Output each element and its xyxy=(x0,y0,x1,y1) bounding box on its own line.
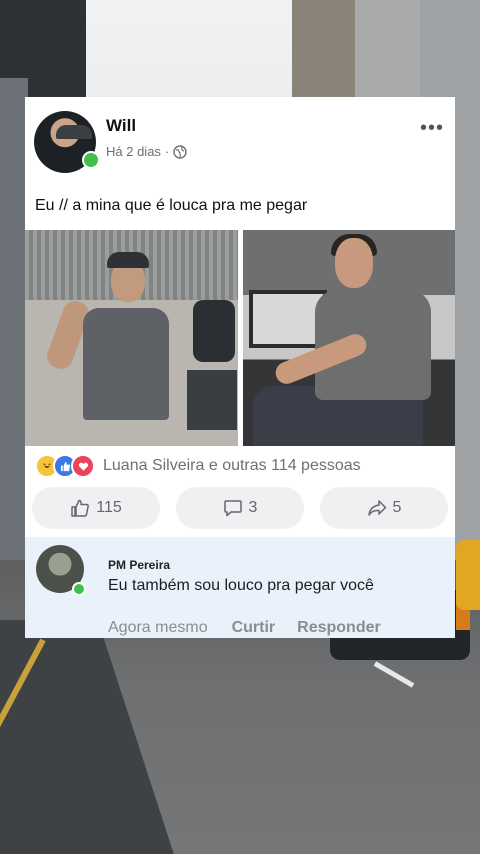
post-photo-right[interactable] xyxy=(243,230,455,446)
more-dots-icon[interactable]: ••• xyxy=(420,117,444,140)
post-card: Will Há 2 dias · ••• Eu // a mina que é … xyxy=(25,97,455,638)
photo-officer-head xyxy=(335,238,373,288)
comment-author[interactable]: PM Pereira xyxy=(108,558,170,572)
post-photo-left[interactable] xyxy=(25,230,238,446)
post-time[interactable]: Há 2 dias xyxy=(106,144,161,159)
comment-button[interactable]: 3 xyxy=(176,487,304,529)
share-button[interactable]: 5 xyxy=(320,487,448,529)
avatar-cap xyxy=(56,125,92,139)
post-author[interactable]: Will xyxy=(106,116,136,136)
like-button[interactable]: 115 xyxy=(32,487,160,529)
commenter-online-indicator xyxy=(72,582,86,596)
online-indicator xyxy=(82,151,100,169)
comment-section: PM Pereira Eu também sou louco pra pegar… xyxy=(25,537,455,638)
comment-icon xyxy=(223,498,243,518)
thumbs-up-icon xyxy=(70,498,90,518)
building-left-wall xyxy=(0,78,28,598)
meta-separator: · xyxy=(164,144,170,159)
reactions-bar[interactable]: Luana Silveira e outras 114 pessoas xyxy=(35,454,361,478)
post-meta: Há 2 dias · xyxy=(106,144,187,159)
comment-reply-button[interactable]: Responder xyxy=(297,619,381,637)
post-text: Eu // a mina que é louca pra me pegar xyxy=(35,197,308,214)
photo-man-cap xyxy=(107,252,149,268)
love-icon xyxy=(71,454,95,478)
photo-man-body xyxy=(83,308,169,420)
globe-icon xyxy=(173,144,187,159)
share-count: 5 xyxy=(392,499,402,516)
share-icon xyxy=(367,498,387,518)
comment-text: Eu também sou louco pra pegar você xyxy=(108,577,374,594)
photo-tv xyxy=(187,370,237,430)
photo-bag xyxy=(193,300,235,362)
taxi xyxy=(456,540,480,610)
comment-like-button[interactable]: Curtir xyxy=(232,619,276,637)
reactions-summary[interactable]: Luana Silveira e outras 114 pessoas xyxy=(103,457,361,475)
comment-time: Agora mesmo xyxy=(108,619,208,636)
comment-actions: Agora mesmo Curtir Responder xyxy=(108,619,381,637)
like-count: 115 xyxy=(96,499,122,516)
comment-count: 3 xyxy=(248,499,258,516)
